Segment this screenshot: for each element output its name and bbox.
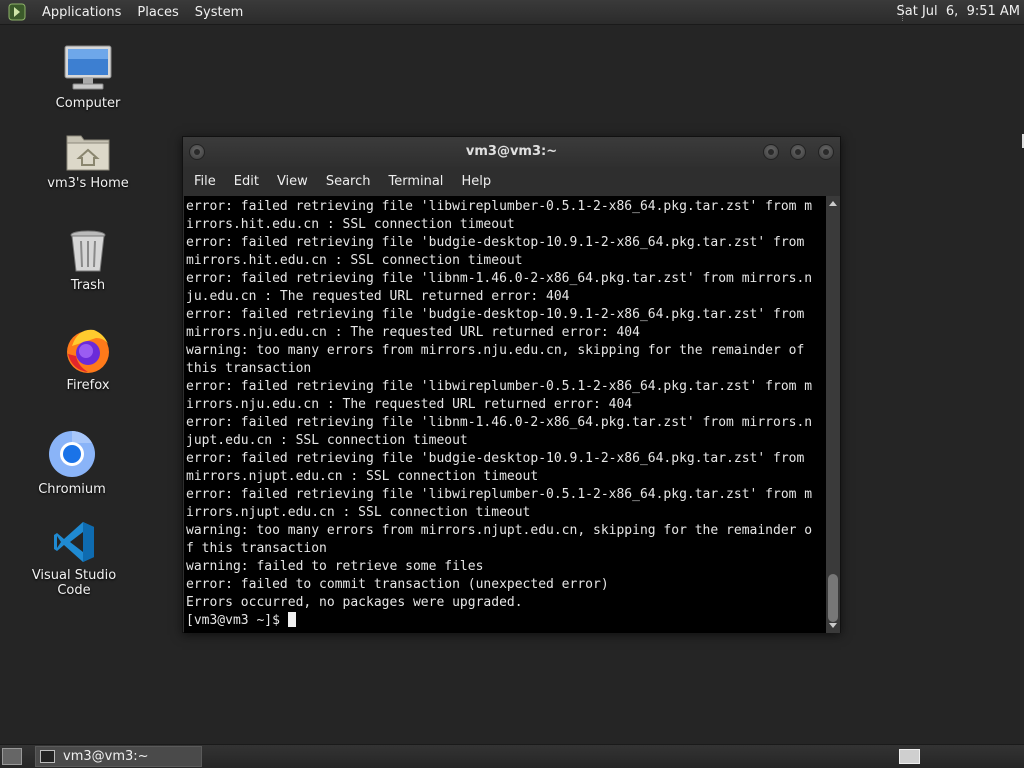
terminal-line: mirrors.nju.edu.cn : The requested URL r… xyxy=(186,325,640,340)
terminal-line: jupt.edu.cn : SSL connection timeout xyxy=(186,433,468,448)
minimize-icon[interactable] xyxy=(763,144,779,160)
menu-edit[interactable]: Edit xyxy=(225,174,268,189)
menu-file[interactable]: File xyxy=(185,174,225,189)
firefox-icon xyxy=(64,326,112,374)
terminal-line: mirrors.hit.edu.cn : SSL connection time… xyxy=(186,253,523,268)
terminal-line: warning: too many errors from mirrors.nj… xyxy=(186,343,805,358)
distro-logo-icon[interactable] xyxy=(8,3,26,21)
terminal-scrollbar[interactable] xyxy=(826,196,840,633)
terminal-icon xyxy=(40,750,55,763)
clock[interactable]: Sat Jul 6, 9:51 AM xyxy=(897,4,1021,19)
scrollbar-thumb[interactable] xyxy=(828,574,838,622)
terminal-line: warning: failed to retrieve some files xyxy=(186,559,484,574)
terminal-line: error: failed retrieving file 'libwirepl… xyxy=(186,379,813,394)
desktop-icon-trash[interactable]: Trash xyxy=(28,228,148,293)
system-menu[interactable]: System xyxy=(187,5,251,20)
menu-help[interactable]: Help xyxy=(452,174,500,189)
taskbar-terminal-button[interactable]: vm3@vm3:~ xyxy=(35,746,202,767)
terminal-line: warning: too many errors from mirrors.nj… xyxy=(186,523,813,538)
terminal-window[interactable]: vm3@vm3:~ File Edit View Search Terminal… xyxy=(182,136,841,633)
desktop-icon-label: Firefox xyxy=(66,378,110,393)
desktop-icon-label: Visual Studio Code xyxy=(31,568,117,598)
applications-menu[interactable]: Applications xyxy=(34,5,129,20)
terminal-line: irrors.hit.edu.cn : SSL connection timeo… xyxy=(186,217,515,232)
terminal-line: irrors.nju.edu.cn : The requested URL re… xyxy=(186,397,633,412)
bottom-panel: vm3@vm3:~ xyxy=(0,744,1024,768)
terminal-line: ju.edu.cn : The requested URL returned e… xyxy=(186,289,570,304)
desktop-icon-firefox[interactable]: Firefox xyxy=(28,326,148,393)
close-icon[interactable] xyxy=(818,144,834,160)
vscode-icon xyxy=(52,520,96,564)
terminal-line: error: failed to commit transaction (une… xyxy=(186,577,609,592)
workspace-switcher[interactable] xyxy=(899,749,920,764)
terminal-prompt-line[interactable]: [vm3@vm3 ~]$ xyxy=(186,612,826,630)
chromium-icon xyxy=(48,430,96,478)
window-titlebar[interactable]: vm3@vm3:~ xyxy=(183,137,840,167)
taskbar-label: vm3@vm3:~ xyxy=(63,749,149,764)
terminal-line: error: failed retrieving file 'libwirepl… xyxy=(186,199,813,214)
window-title: vm3@vm3:~ xyxy=(465,144,558,159)
terminal-prompt: [vm3@vm3 ~]$ xyxy=(186,613,288,628)
terminal-line: error: failed retrieving file 'libnm-1.4… xyxy=(186,415,813,430)
home-folder-icon xyxy=(65,128,111,172)
desktop-icon-label: vm3's Home xyxy=(47,176,129,191)
scroll-up-icon[interactable] xyxy=(829,201,837,206)
window-menu-icon[interactable] xyxy=(189,144,205,160)
scroll-down-icon[interactable] xyxy=(829,623,837,628)
desktop-icon-home[interactable]: vm3's Home xyxy=(28,128,148,191)
places-menu[interactable]: Places xyxy=(129,5,186,20)
menu-search[interactable]: Search xyxy=(317,174,380,189)
terminal-output[interactable]: error: failed retrieving file 'libwirepl… xyxy=(184,196,826,633)
terminal-line: mirrors.njupt.edu.cn : SSL connection ti… xyxy=(186,469,539,484)
terminal-menubar: File Edit View Search Terminal Help xyxy=(183,167,840,195)
terminal-line: error: failed retrieving file 'budgie-de… xyxy=(186,307,805,322)
show-desktop-icon[interactable] xyxy=(2,748,22,765)
terminal-line: error: failed retrieving file 'libwirepl… xyxy=(186,487,813,502)
desktop-icon-vscode[interactable]: Visual Studio Code xyxy=(14,520,134,598)
desktop-icon-label: Trash xyxy=(70,278,106,293)
desktop-icon-label: Computer xyxy=(55,96,121,111)
terminal-line: error: failed retrieving file 'libnm-1.4… xyxy=(186,271,813,286)
terminal-line: error: failed retrieving file 'budgie-de… xyxy=(186,451,805,466)
desktop-icon-chromium[interactable]: Chromium xyxy=(12,430,132,497)
desktop-icon-label: Chromium xyxy=(38,482,106,497)
terminal-line: error: failed retrieving file 'budgie-de… xyxy=(186,235,805,250)
menu-terminal[interactable]: Terminal xyxy=(379,174,452,189)
text-cursor xyxy=(287,612,296,627)
trash-icon xyxy=(68,228,108,274)
menu-view[interactable]: View xyxy=(268,174,317,189)
terminal-line: irrors.njupt.edu.cn : SSL connection tim… xyxy=(186,505,531,520)
desktop-icon-computer[interactable]: Computer xyxy=(28,44,148,111)
terminal-line: this transaction xyxy=(186,361,312,376)
maximize-icon[interactable] xyxy=(790,144,806,160)
top-panel: Applications Places System Sat Jul 6, 9:… xyxy=(0,0,1024,25)
terminal-line: f this transaction xyxy=(186,541,327,556)
computer-icon xyxy=(63,44,113,92)
terminal-line: Errors occurred, no packages were upgrad… xyxy=(186,595,523,610)
